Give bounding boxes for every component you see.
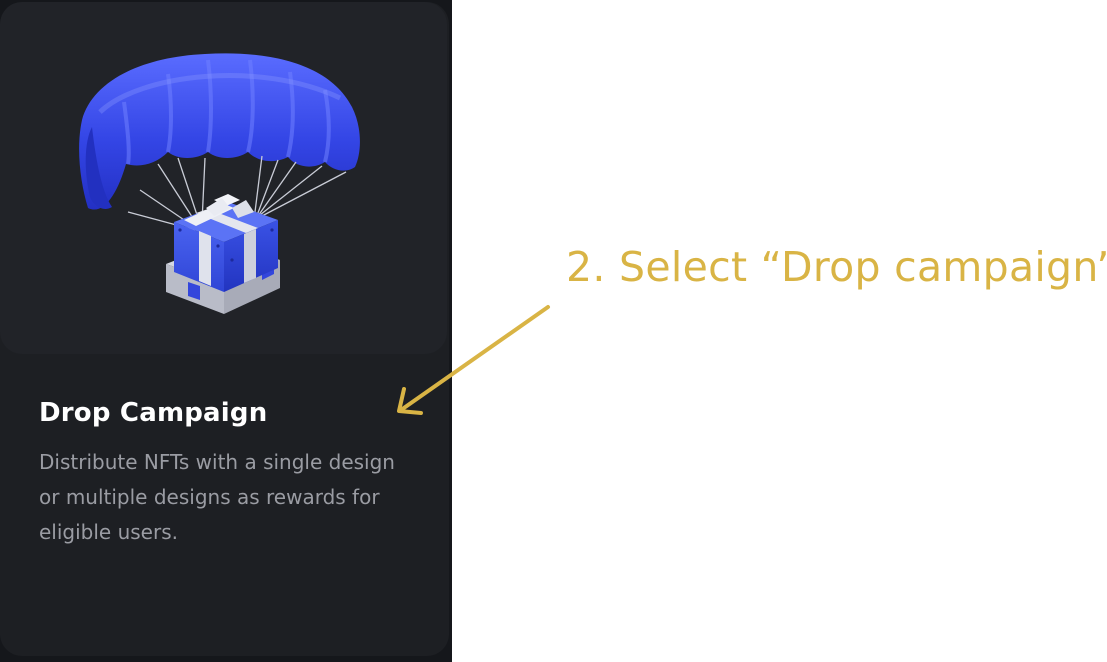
annotation-arrow-icon: [397, 305, 550, 415]
screen: Drop Campaign Distribute NFTs with a sin…: [0, 0, 1107, 662]
